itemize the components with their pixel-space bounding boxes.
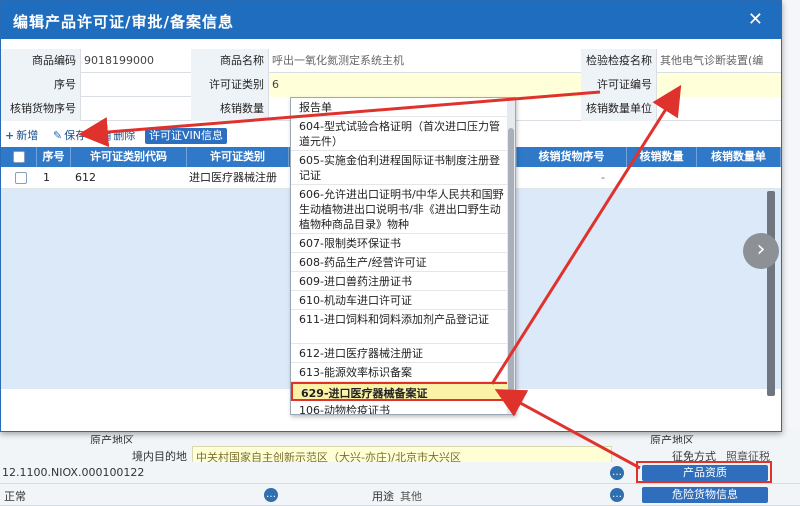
dropdown-item[interactable]: 604-型式试验合格证明（首次进口压力管道元件） (291, 117, 509, 151)
bg-usage-value: 其他 (400, 490, 422, 503)
delete-button[interactable]: ▤ 删除 (101, 128, 135, 144)
seq-value[interactable] (81, 73, 191, 97)
header-writeoff-qty[interactable]: 核销数量 (627, 147, 697, 167)
add-button[interactable]: + 新增 (5, 128, 38, 144)
inspection-name-label: 检验检疫名称 (581, 49, 657, 73)
header-writeoff-unit[interactable]: 核销数量单 (697, 147, 781, 167)
chevron-right-icon[interactable]: › (743, 233, 779, 269)
header-license-code[interactable]: 许可证类别代码 (71, 147, 187, 167)
danger-goods-button[interactable]: 危险货物信息 (642, 487, 768, 503)
dropdown-item[interactable]: 606-允许进出口证明书/中华人民共和国野生动植物进出口说明书/非《进出口野生动… (291, 185, 509, 234)
dropdown-item[interactable]: 605-实施金伯利进程国际证书制度注册登记证 (291, 151, 509, 185)
dropdown-item[interactable]: 报告单 (291, 98, 509, 117)
bg-usage-label: 用途 (372, 490, 394, 503)
dropdown-item[interactable]: 613-能源效率标识备案 (291, 363, 509, 382)
dropdown-item[interactable]: 609-进口兽药注册证书 (291, 272, 509, 291)
dropdown-scroll-thumb[interactable] (508, 128, 514, 408)
inspection-name-value: 其他电气诊断装置(编 (660, 54, 764, 67)
header-license-type[interactable]: 许可证类别 (187, 147, 289, 167)
bg-row-usage: 正常 … 用途 其他 … 危险货物信息 (0, 484, 800, 506)
commodity-name-label: 商品名称 (191, 49, 269, 73)
bg-more-icon[interactable]: … (610, 466, 624, 480)
save-button[interactable]: ✎ 保存 (53, 128, 86, 144)
form-row-license: 序号 许可证类别 6 许可证编号 (1, 73, 781, 97)
row-checkbox[interactable] (15, 172, 27, 184)
dialog-title: 编辑产品许可证/审批/备案信息 (13, 13, 234, 31)
header-checkbox-cell (1, 147, 37, 167)
seq-label: 序号 (1, 73, 81, 97)
header-writeoff-goods-seq[interactable]: 核销货物序号 (517, 147, 627, 167)
license-type-dropdown[interactable]: 报告单 604-型式试验合格证明（首次进口压力管道元件） 605-实施金伯利进程国际… (290, 97, 516, 415)
writeoff-qty-unit-input[interactable] (657, 97, 781, 121)
row-dash: - (601, 171, 605, 184)
writeoff-qty-unit-label: 核销数量单位 (581, 97, 657, 121)
form-row-commodity: 商品编码 9018199000 商品名称 呼出一氧化氮测定系统主机 检验检疫名称… (1, 49, 781, 73)
license-no-input[interactable] (657, 73, 781, 97)
commodity-code-label: 商品编码 (1, 49, 81, 73)
plus-icon: + (5, 129, 15, 142)
dropdown-scrollbar[interactable] (507, 98, 515, 414)
edit-icon: ✎ (53, 129, 63, 142)
dropdown-item[interactable]: 608-药品生产/经营许可证 (291, 253, 509, 272)
row-license-type: 进口医疗器械注册 (189, 171, 277, 184)
dropdown-item[interactable]: 607-限制类环保证书 (291, 234, 509, 253)
commodity-code-value: 9018199000 (84, 54, 154, 67)
bg-normal-label: 正常 (4, 490, 26, 503)
dropdown-item[interactable]: 611-进口饲料和饲料添加剂产品登记证 (291, 310, 509, 344)
edit-license-dialog: 编辑产品许可证/审批/备案信息 ✕ 商品编码 9018199000 商品名称 呼… (0, 0, 782, 432)
license-type-label: 许可证类别 (191, 73, 269, 97)
license-no-label: 许可证编号 (581, 73, 657, 97)
row-license-code: 612 (75, 171, 96, 184)
delete-icon: ▤ (101, 129, 112, 142)
commodity-name-value: 呼出一氧化氮测定系统主机 (272, 54, 404, 67)
product-qualification-highlight (636, 461, 772, 483)
license-vin-button[interactable]: 许可证VIN信息 (145, 128, 227, 144)
license-type-input[interactable]: 6 (269, 73, 581, 97)
writeoff-goods-seq-label: 核销货物序号 (1, 97, 81, 121)
header-seq[interactable]: 序号 (37, 147, 71, 167)
dropdown-item[interactable]: 106-动物检疫证书 (291, 401, 509, 414)
bg-code-string: 12.1100.NIOX.000100122 (2, 466, 145, 479)
writeoff-qty-label: 核销数量 (191, 97, 269, 121)
dropdown-item[interactable]: 610-机动车进口许可证 (291, 291, 509, 310)
writeoff-goods-seq-input[interactable] (81, 97, 191, 121)
dialog-scrollbar[interactable] (767, 191, 775, 396)
bg-more-icon-2[interactable]: … (264, 488, 278, 502)
dropdown-item[interactable]: 612-进口医疗器械注册证 (291, 344, 509, 363)
dialog-title-bar: 编辑产品许可证/审批/备案信息 ✕ (1, 1, 781, 39)
bg-more-icon-3[interactable]: … (610, 488, 624, 502)
close-icon[interactable]: ✕ (748, 9, 763, 30)
select-all-checkbox[interactable] (13, 151, 25, 163)
row-seq: 1 (43, 171, 50, 184)
dropdown-item-selected[interactable]: 629-进口医疗器械备案证 (291, 382, 509, 401)
